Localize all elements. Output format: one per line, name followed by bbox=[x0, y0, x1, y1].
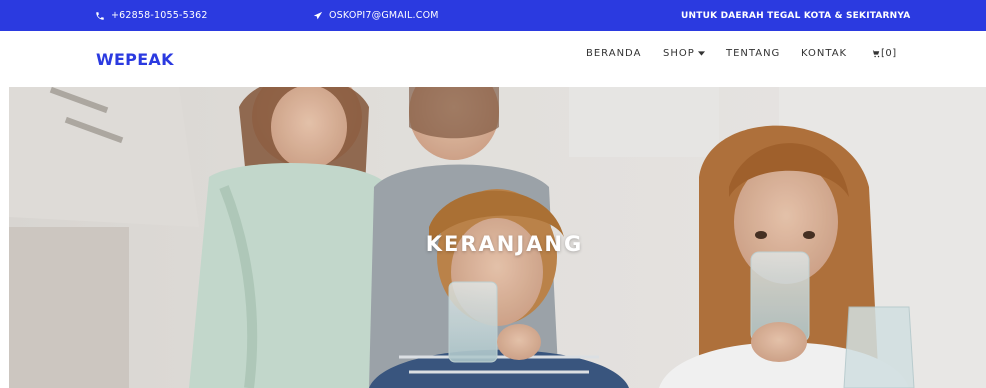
nav-beranda[interactable]: BERANDA bbox=[586, 48, 641, 59]
phone-icon bbox=[95, 11, 105, 21]
paper-plane-icon bbox=[313, 11, 323, 21]
phone-text: +62858-1055-5362 bbox=[111, 10, 208, 21]
nav-tentang[interactable]: TENTANG bbox=[726, 48, 780, 59]
contact-phone[interactable]: +62858-1055-5362 bbox=[95, 0, 208, 31]
hero-banner: KERANJANG bbox=[9, 87, 986, 388]
brand-logo[interactable]: WEPEAK bbox=[96, 50, 174, 69]
region-notice: UNTUK DAERAH TEGAL KOTA & SEKITARNYA bbox=[681, 10, 911, 21]
cart-icon bbox=[871, 49, 880, 58]
nav-kontak[interactable]: KONTAK bbox=[801, 48, 847, 59]
caret-down-icon bbox=[697, 50, 705, 56]
hero-title: KERANJANG bbox=[425, 232, 584, 256]
cart-count: [0] bbox=[881, 47, 897, 59]
nav-shop-label: SHOP bbox=[663, 47, 695, 59]
top-info-bar: +62858-1055-5362 OSKOPI7@GMAIL.COM UNTUK… bbox=[0, 0, 986, 31]
contact-email[interactable]: OSKOPI7@GMAIL.COM bbox=[313, 0, 439, 31]
email-text: OSKOPI7@GMAIL.COM bbox=[329, 10, 439, 21]
main-navbar: WEPEAK BERANDA SHOP TENTANG KONTAK [0] bbox=[0, 31, 986, 87]
nav-cart[interactable]: [0] bbox=[871, 48, 897, 59]
nav-shop[interactable]: SHOP bbox=[663, 48, 705, 59]
